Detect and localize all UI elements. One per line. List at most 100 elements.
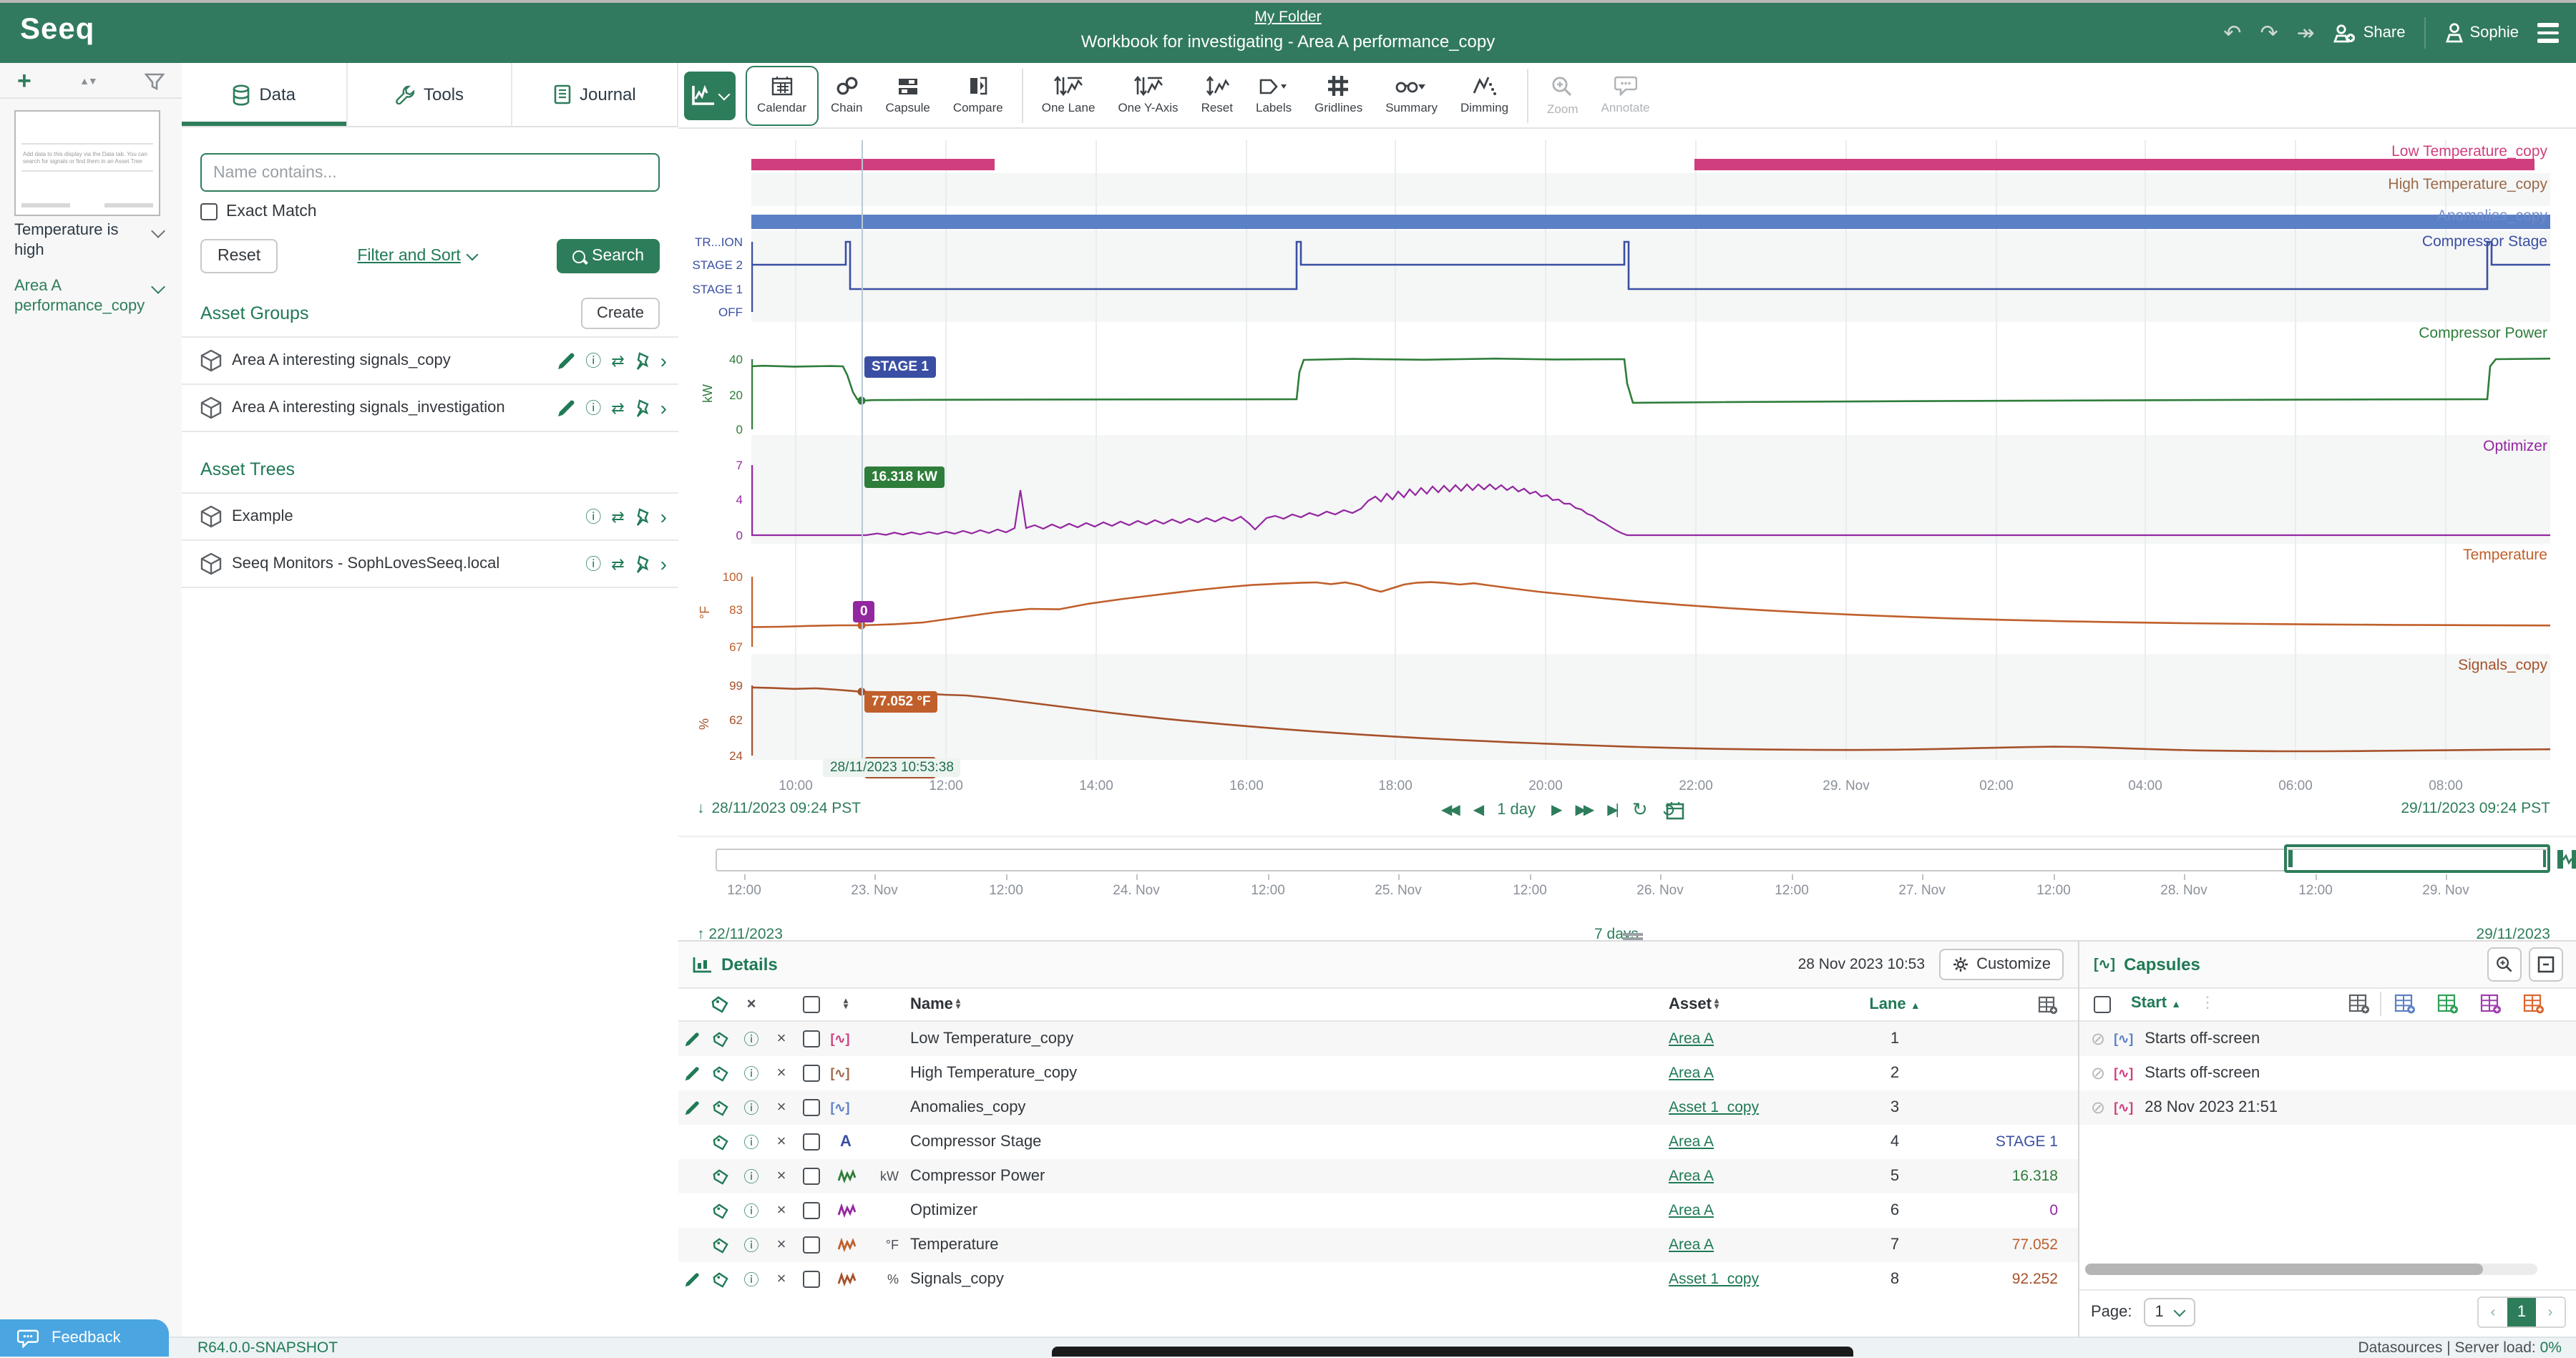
tag-icon[interactable] [712,1203,728,1218]
edit-pencil-icon[interactable] [683,1065,699,1081]
series-name[interactable]: Signals_copy [904,1271,1669,1288]
lane-label[interactable]: High Temperature_copy [2388,176,2547,193]
lane-label[interactable]: Low Temperature_copy [2391,143,2547,160]
chevron-down-icon[interactable] [151,224,165,238]
share-button[interactable]: Share [2333,24,2406,42]
pin-icon[interactable] [635,507,650,526]
search-button[interactable]: Search [556,239,660,273]
row-checkbox[interactable] [803,1030,820,1047]
col-start[interactable]: Start ▲ [2131,995,2181,1012]
feedback-button[interactable]: Feedback [0,1319,169,1357]
remove-all-icon[interactable]: × [736,996,767,1013]
lane-label[interactable]: Temperature [2463,547,2547,564]
add-stat-column-purple-icon[interactable] [2480,993,2502,1015]
series-name[interactable]: Low Temperature_copy [904,1030,1669,1047]
exact-match-row[interactable]: Exact Match [200,203,660,220]
col-asset[interactable]: Asset▴▾ [1669,996,1855,1013]
select-all-checkbox[interactable] [2094,996,2111,1013]
asset-link[interactable]: Area A [1669,1236,1714,1254]
tag-icon[interactable] [711,996,728,1013]
details-row[interactable]: ⓘ × [∿] Low Temperature_copy Area A 1 [678,1022,2078,1056]
horizontal-scrollbar[interactable] [2085,1264,2537,1275]
toolbar-capsule[interactable]: Capsule [875,65,940,125]
capsule-row[interactable]: ⊘ [∿] Starts off-screen [2079,1022,2576,1056]
step-forward-icon[interactable]: ▶▶ [1575,802,1591,818]
toolbar-calendar[interactable]: Calendar [746,65,818,125]
details-row[interactable]: ⓘ × [∿] Anomalies_copy Asset 1_copy 3 [678,1090,2078,1125]
redo-all-icon[interactable]: ↠ [2297,20,2315,46]
tag-icon[interactable] [712,1237,728,1253]
range-duration[interactable]: 1 day [1497,801,1536,819]
worksheet-label-active[interactable]: Area A performance_copy [14,278,167,316]
details-row[interactable]: ⓘ × °F Temperature Area A 7 77.052 [678,1228,2078,1262]
info-icon[interactable]: ⓘ [736,1234,767,1256]
remove-icon[interactable]: × [767,1168,796,1185]
tag-icon[interactable] [712,1031,728,1047]
details-row[interactable]: ⓘ × kW Compressor Power Area A 5 16.318 [678,1159,2078,1193]
remove-icon[interactable]: × [767,1271,796,1288]
reset-button[interactable]: Reset [200,239,278,273]
view-mode-button[interactable] [684,71,736,119]
tab-data[interactable]: Data [182,63,347,126]
lane-label[interactable]: Compressor Power [2419,325,2547,342]
asset-tree-row[interactable]: Example ⓘ ⇄ › [182,494,678,541]
toolbar-one-y-axis[interactable]: One Y-Axis [1108,65,1188,125]
refresh-icon[interactable]: ↻ [1632,798,1648,821]
toolbar-one-lane[interactable]: One Lane [1032,65,1106,125]
asset-tree-row[interactable]: Seeq Monitors - SophLovesSeeq.local ⓘ ⇄ … [182,541,678,588]
swap-icon[interactable]: ⇄ [611,399,624,417]
tag-icon[interactable] [712,1271,728,1287]
tag-icon[interactable] [712,1168,728,1184]
trend-chart[interactable]: Low Temperature_copy High Temperature_co… [678,140,2576,798]
range-end[interactable]: 29/11/2023 09:24 PST [2401,800,2550,817]
tag-icon[interactable] [712,1065,728,1081]
redo-icon[interactable]: ↷ [2260,20,2278,46]
auto-update-icon[interactable] [1664,800,1685,820]
tag-icon[interactable] [712,1134,728,1150]
customize-button[interactable]: Customize [1939,949,2064,980]
worksheet-thumb-1[interactable]: Add data to this display via the Data ta… [0,99,182,260]
add-stat-column-orange-icon[interactable] [2523,993,2545,1015]
expand-chevron-icon[interactable]: › [660,505,667,528]
info-icon[interactable]: ⓘ [736,1028,767,1050]
worksheet-label[interactable]: Temperature is high [14,222,167,260]
page-size-select[interactable]: 1 [2144,1298,2195,1327]
info-icon[interactable]: ⓘ [736,1200,767,1221]
series-name[interactable]: High Temperature_copy [904,1065,1669,1082]
reorder-icon[interactable]: ▲▼ [79,77,97,87]
chart-cursor[interactable] [862,140,863,773]
edit-pencil-icon[interactable] [683,1271,699,1287]
info-icon[interactable]: ⓘ [736,1063,767,1084]
step-back-icon[interactable]: ◀◀ [1441,802,1458,818]
back-icon[interactable]: ◀ [1473,802,1481,818]
expand-chevron-icon[interactable]: › [660,396,667,419]
details-row[interactable]: ⓘ × A Compressor Stage Area A 4 STAGE 1 [678,1125,2078,1159]
create-asset-group-button[interactable]: Create [581,298,660,329]
row-checkbox[interactable] [803,1133,820,1151]
row-checkbox[interactable] [803,1168,820,1185]
details-row[interactable]: ⓘ × Optimizer Area A 6 0 [678,1193,2078,1228]
user-menu[interactable]: Sophie [2444,23,2519,43]
edit-pencil-icon[interactable] [683,1100,699,1115]
lane-label[interactable]: Anomalies_copy [2437,207,2547,225]
info-icon[interactable]: ⓘ [585,349,601,372]
current-page[interactable]: 1 [2507,1298,2536,1327]
info-icon[interactable]: ⓘ [585,552,601,575]
col-name[interactable]: Name▴▾ [904,996,1669,1013]
remove-icon[interactable]: × [767,1030,796,1047]
capsule-row[interactable]: ⊘ [∿] Starts off-screen [2079,1056,2576,1090]
tab-tools[interactable]: Tools [347,63,512,126]
add-worksheet-button[interactable]: + [17,72,31,92]
scrubber-track[interactable] [716,849,2550,871]
scrubber-trend-icon[interactable] [2556,849,2576,870]
asset-group-row[interactable]: Area A interesting signals_investigation… [182,385,678,432]
remove-icon[interactable]: × [767,1099,796,1116]
series-name[interactable]: Anomalies_copy [904,1099,1669,1116]
to-end-icon[interactable]: ▶| [1607,802,1616,818]
info-icon[interactable]: ⓘ [585,396,601,419]
row-checkbox[interactable] [803,1065,820,1082]
info-icon[interactable]: ⓘ [736,1166,767,1187]
remove-icon[interactable]: × [767,1133,796,1151]
edit-pencil-icon[interactable] [683,1031,699,1047]
add-stat-column-gray-icon[interactable] [2348,993,2370,1015]
